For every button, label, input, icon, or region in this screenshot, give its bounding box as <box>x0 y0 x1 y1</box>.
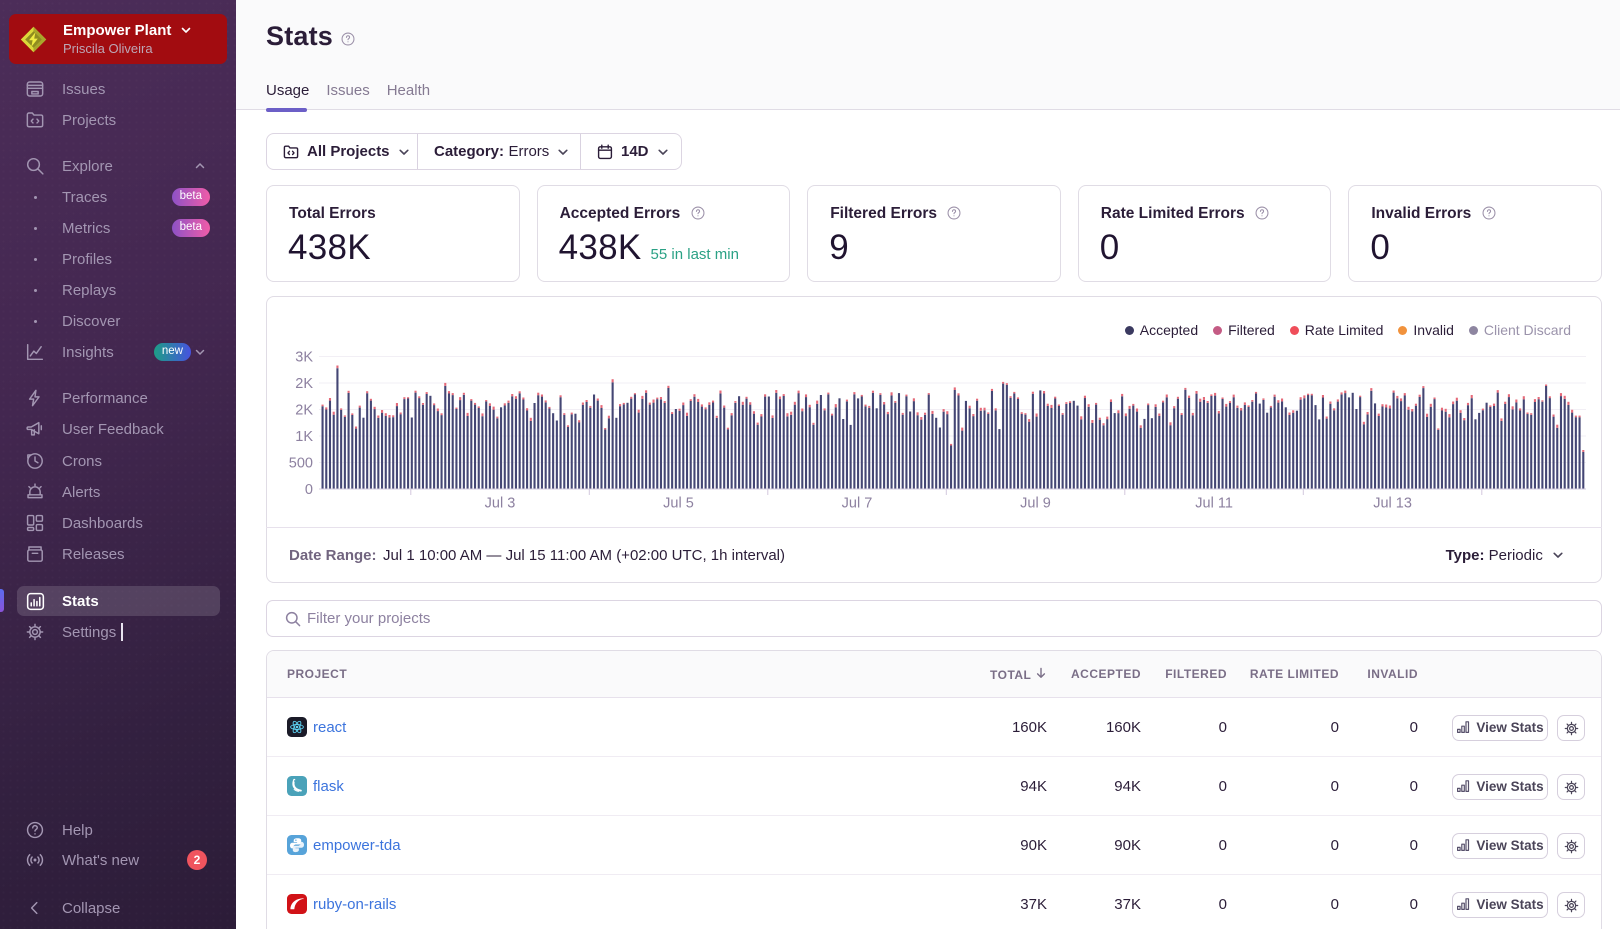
svg-text:Jul 9: Jul 9 <box>1020 496 1051 512</box>
svg-text:500: 500 <box>289 456 313 472</box>
svg-text:Jul 11: Jul 11 <box>1195 496 1233 512</box>
svg-text:Jul 3: Jul 3 <box>485 496 516 512</box>
svg-text:Jul 5: Jul 5 <box>663 496 694 512</box>
svg-text:2K: 2K <box>295 403 313 419</box>
svg-text:Jul 13: Jul 13 <box>1373 496 1412 512</box>
svg-text:0: 0 <box>305 482 313 498</box>
svg-text:Jul 7: Jul 7 <box>842 496 873 512</box>
svg-text:3K: 3K <box>295 350 313 366</box>
svg-text:2K: 2K <box>295 376 313 392</box>
svg-text:1K: 1K <box>295 429 313 445</box>
